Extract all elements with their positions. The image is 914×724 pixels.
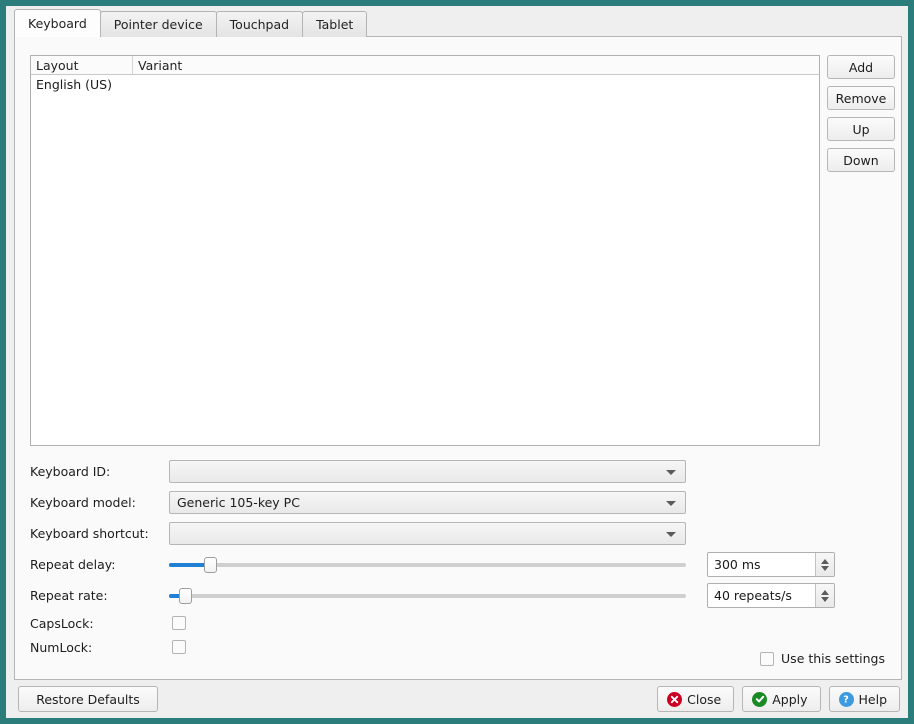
add-button[interactable]: Add — [827, 55, 895, 79]
close-button[interactable]: Close — [657, 686, 735, 712]
layout-list-view[interactable]: Layout Variant English (US) — [30, 55, 820, 446]
keyboard-model-value: Generic 105-key PC — [177, 495, 300, 510]
spinner-down-icon[interactable] — [821, 596, 829, 602]
tab-bar: Keyboard Pointer device Touchpad Tablet — [14, 9, 902, 37]
dialog-actions: Close Apply ? Help — [657, 686, 900, 712]
row-keyboard-model: Keyboard model: Generic 105-key PC — [30, 487, 888, 518]
row-repeat-delay: Repeat delay: 300 ms — [30, 549, 888, 580]
remove-button-label: Remove — [835, 90, 887, 106]
keyboard-id-control — [169, 456, 686, 487]
keyboard-model-combobox[interactable]: Generic 105-key PC — [169, 491, 686, 514]
row-keyboard-shortcut: Keyboard shortcut: — [30, 518, 888, 549]
svg-text:?: ? — [843, 694, 849, 705]
slider-handle[interactable] — [179, 588, 192, 604]
keyboard-tab-pane: Layout Variant English (US) Add Remove U… — [14, 37, 902, 680]
repeat-rate-label: Repeat rate: — [30, 588, 108, 603]
numlock-label: NumLock: — [30, 639, 93, 655]
apply-button-label: Apply — [772, 691, 808, 707]
slider-groove — [169, 594, 686, 598]
row-capslock: CapsLock: — [30, 611, 888, 635]
repeat-delay-label: Repeat delay: — [30, 557, 116, 572]
spinner-up-icon[interactable] — [821, 589, 829, 595]
table-row[interactable]: English (US) — [31, 75, 819, 94]
repeat-rate-control — [169, 580, 686, 611]
chevron-down-icon — [666, 469, 676, 475]
settings-window: Keyboard Pointer device Touchpad Tablet … — [6, 6, 908, 718]
keyboard-id-label: Keyboard ID: — [30, 464, 111, 479]
spinner-down-icon[interactable] — [821, 565, 829, 571]
tab-touchpad-label: Touchpad — [229, 17, 290, 32]
repeat-rate-spinbox[interactable]: 40 repeats/s — [707, 583, 835, 608]
spinner-up-icon[interactable] — [821, 558, 829, 564]
column-header-layout[interactable]: Layout — [31, 56, 133, 74]
chevron-down-icon — [666, 531, 676, 537]
apply-button[interactable]: Apply — [742, 686, 821, 712]
row-repeat-rate: Repeat rate: 40 repeats/s — [30, 580, 888, 611]
numlock-checkbox[interactable] — [172, 640, 186, 654]
keyboard-id-combobox[interactable] — [169, 460, 686, 483]
numlock-control — [172, 635, 186, 659]
repeat-delay-spinbox[interactable]: 300 ms — [707, 552, 835, 577]
tab-tablet-label: Tablet — [316, 17, 354, 32]
capslock-checkbox[interactable] — [172, 616, 186, 630]
repeat-delay-slider[interactable] — [169, 553, 686, 576]
capslock-control — [172, 611, 186, 635]
layout-list-header: Layout Variant — [31, 56, 819, 75]
repeat-rate-value: 40 repeats/s — [714, 588, 792, 603]
repeat-delay-value: 300 ms — [714, 557, 761, 572]
chevron-down-icon — [666, 500, 676, 506]
add-button-label: Add — [848, 59, 874, 75]
close-circle-icon — [667, 691, 683, 707]
layout-action-buttons: Add Remove Up Down — [827, 55, 895, 179]
row-keyboard-id: Keyboard ID: — [30, 456, 888, 487]
keyboard-model-control: Generic 105-key PC — [169, 487, 686, 518]
keyboard-shortcut-control — [169, 518, 686, 549]
down-button-label: Down — [843, 152, 879, 168]
repeat-rate-slider[interactable] — [169, 584, 686, 607]
use-this-settings-checkbox[interactable] — [760, 651, 775, 666]
repeat-delay-control — [169, 549, 686, 580]
tab-strip: Keyboard Pointer device Touchpad Tablet — [14, 9, 368, 37]
help-button[interactable]: ? Help — [828, 686, 900, 712]
close-button-label: Close — [687, 691, 722, 707]
tab-pointer-device[interactable]: Pointer device — [99, 11, 217, 37]
spinbox-buttons[interactable] — [815, 553, 834, 576]
tab-pointer-device-label: Pointer device — [113, 17, 203, 32]
slider-groove — [169, 563, 686, 567]
cell-variant — [133, 75, 819, 94]
keyboard-settings-form: Keyboard ID: Keyboard model: Generic 105… — [30, 456, 888, 659]
use-this-settings-row[interactable]: Use this settings — [760, 651, 885, 666]
keyboard-shortcut-label: Keyboard shortcut: — [30, 526, 149, 541]
remove-button[interactable]: Remove — [827, 86, 895, 110]
up-button-label: Up — [852, 121, 870, 137]
dialog-button-bar: Restore Defaults Close Apply ? Help — [14, 684, 902, 714]
tab-keyboard[interactable]: Keyboard — [14, 9, 101, 37]
down-button[interactable]: Down — [827, 148, 895, 172]
column-header-variant[interactable]: Variant — [133, 56, 819, 74]
use-this-settings-label: Use this settings — [781, 651, 885, 666]
help-button-label: Help — [858, 691, 888, 707]
keyboard-model-label: Keyboard model: — [30, 495, 136, 510]
tab-keyboard-label: Keyboard — [28, 16, 87, 31]
check-circle-icon — [752, 691, 768, 707]
slider-handle[interactable] — [204, 557, 217, 573]
restore-defaults-button[interactable]: Restore Defaults — [18, 686, 158, 712]
keyboard-shortcut-combobox[interactable] — [169, 522, 686, 545]
up-button[interactable]: Up — [827, 117, 895, 141]
tab-touchpad[interactable]: Touchpad — [215, 11, 304, 37]
question-circle-icon: ? — [838, 691, 854, 707]
capslock-label: CapsLock: — [30, 615, 94, 631]
restore-defaults-label: Restore Defaults — [36, 691, 140, 707]
cell-layout: English (US) — [36, 77, 112, 92]
application-root: Keyboard Pointer device Touchpad Tablet … — [0, 0, 914, 724]
spinbox-buttons[interactable] — [815, 584, 834, 607]
tab-tablet[interactable]: Tablet — [302, 11, 368, 37]
